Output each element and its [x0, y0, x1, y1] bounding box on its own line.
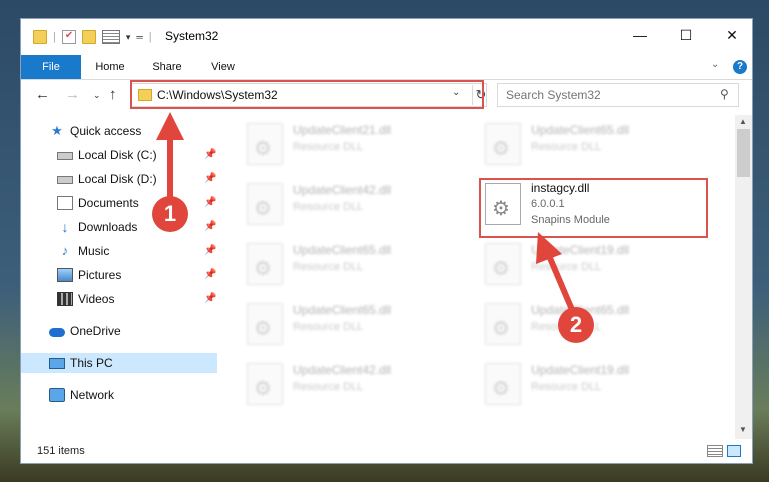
callout-1: 1: [152, 196, 188, 232]
callout-2: 2: [558, 307, 594, 343]
arrow-1-head: [156, 112, 184, 140]
annotation-arrows: [156, 112, 576, 314]
arrow-2-shaft: [547, 256, 576, 314]
